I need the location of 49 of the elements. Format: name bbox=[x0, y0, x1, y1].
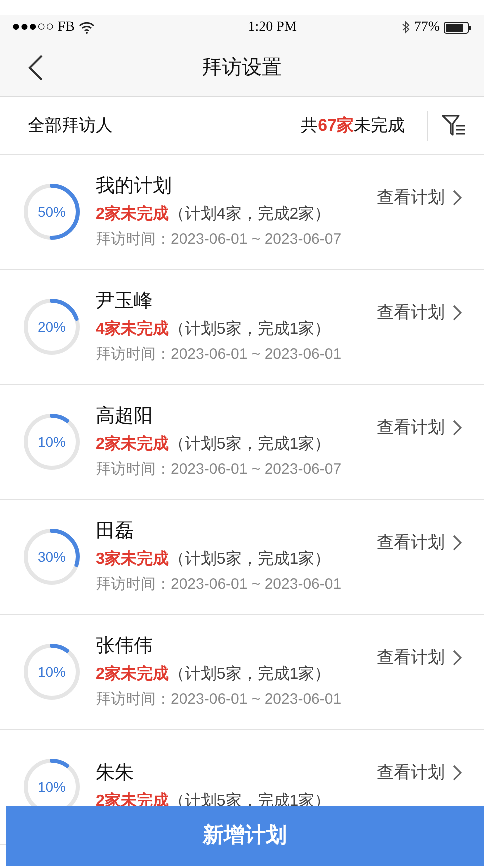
summary-text: 共67家未完成 bbox=[301, 114, 405, 137]
pending-count: 2家未完成 bbox=[96, 664, 169, 685]
plan-detail: （计划5家，完成1家） bbox=[168, 320, 331, 340]
visit-date: 拜访时间：2023-06-01 ~ 2023-06-07 bbox=[96, 230, 342, 250]
view-plan-link[interactable]: 查看计划 bbox=[377, 645, 462, 670]
visitor-name: 我的计划 bbox=[96, 174, 173, 198]
wifi-icon bbox=[78, 22, 95, 34]
visitor-filter[interactable]: 全部拜访人 bbox=[28, 112, 113, 138]
visitor-name: 尹玉峰 bbox=[96, 290, 154, 314]
visit-date: 拜访时间：2023-06-01 ~ 2023-06-01 bbox=[96, 575, 342, 595]
clock: 1:20 PM bbox=[248, 19, 297, 37]
view-plan-link[interactable]: 查看计划 bbox=[377, 300, 462, 326]
progress-percent: 30% bbox=[38, 548, 66, 566]
chevron-right-icon bbox=[453, 304, 462, 321]
chevron-right-icon bbox=[453, 190, 462, 206]
progress-percent: 10% bbox=[38, 662, 66, 682]
page-title: 拜访设置 bbox=[202, 56, 282, 81]
view-plan-link[interactable]: 查看计划 bbox=[377, 760, 462, 786]
plan-detail: （计划5家，完成1家） bbox=[168, 664, 331, 685]
plan-detail: （计划4家，完成2家） bbox=[168, 204, 331, 225]
visitor-name: 高超阳 bbox=[96, 404, 154, 428]
pending-count: 2家未完成 bbox=[96, 434, 169, 455]
progress-percent: 10% bbox=[38, 432, 66, 452]
battery-percent: 77% bbox=[414, 19, 440, 37]
add-plan-button[interactable]: 新增计划 bbox=[6, 806, 484, 866]
battery-icon bbox=[444, 22, 472, 34]
pending-count: 2家未完成 bbox=[96, 204, 169, 225]
visitor-name: 朱朱 bbox=[96, 762, 135, 786]
chevron-right-icon bbox=[453, 534, 462, 551]
progress-percent: 10% bbox=[38, 778, 66, 796]
chevron-right-icon bbox=[453, 420, 462, 436]
visit-date: 拜访时间：2023-06-01 ~ 2023-06-01 bbox=[96, 345, 342, 365]
pending-count: 4家未完成 bbox=[96, 319, 169, 340]
bluetooth-icon bbox=[402, 21, 410, 34]
chevron-right-icon bbox=[453, 650, 462, 666]
view-plan-link[interactable]: 查看计划 bbox=[377, 415, 462, 440]
carrier-label: ●●●○○ FB bbox=[12, 19, 75, 37]
plan-detail: （计划5家，完成1家） bbox=[168, 550, 331, 570]
visitor-name: 田磊 bbox=[96, 520, 135, 544]
view-plan-link[interactable]: 查看计划 bbox=[377, 530, 462, 556]
plan-detail: （计划5家，完成1家） bbox=[168, 434, 331, 455]
view-plan-link[interactable]: 查看计划 bbox=[377, 185, 462, 210]
visit-date: 拜访时间：2023-06-01 ~ 2023-06-07 bbox=[96, 460, 342, 480]
progress-percent: 20% bbox=[38, 318, 66, 336]
visit-date: 拜访时间：2023-06-01 ~ 2023-06-01 bbox=[96, 690, 342, 710]
progress-percent: 50% bbox=[38, 202, 66, 222]
pending-count: 3家未完成 bbox=[96, 549, 169, 570]
chevron-right-icon bbox=[453, 764, 462, 781]
visitor-name: 张伟伟 bbox=[96, 634, 154, 658]
